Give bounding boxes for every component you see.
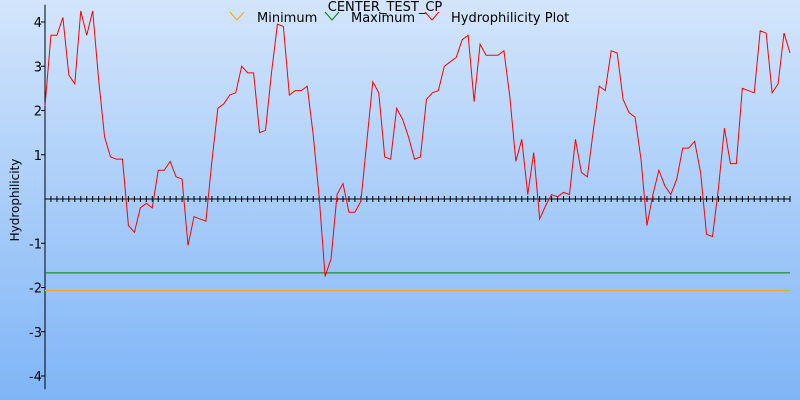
reference-lines [45, 272, 790, 292]
legend-label-maximum: Maximum [351, 11, 415, 26]
axes: 4 3 2 1 -1 -2 -3 -4 [29, 4, 46, 390]
legend: Minimum Maximum Hydrophilicity Plot [229, 11, 569, 26]
zero-baseline [44, 196, 791, 202]
series-lines [44, 10, 791, 277]
y-tick-label: 3 [34, 60, 42, 75]
series-line-hydrophilicity [44, 10, 791, 277]
legend-label-minimum: Minimum [257, 11, 317, 26]
y-tick-label: -2 [29, 282, 42, 297]
hydrophilicity-chart: CENTER_TEST_CP Minimum Maximum Hydrophil… [0, 0, 800, 400]
legend-symbol-minimum [229, 11, 245, 21]
y-tick-label: -3 [29, 326, 42, 341]
y-tick-label: 4 [34, 16, 42, 31]
y-tick-label: 2 [34, 105, 42, 120]
y-tick-label: -4 [29, 370, 42, 385]
legend-label-hydrophilicity: Hydrophilicity Plot [451, 11, 569, 26]
y-tick-label: -1 [29, 237, 42, 252]
y-axis-label: Hydrophilicity [8, 159, 22, 242]
y-tick-label: 1 [34, 149, 42, 164]
chart-canvas: CENTER_TEST_CP Minimum Maximum Hydrophil… [8, 0, 791, 390]
